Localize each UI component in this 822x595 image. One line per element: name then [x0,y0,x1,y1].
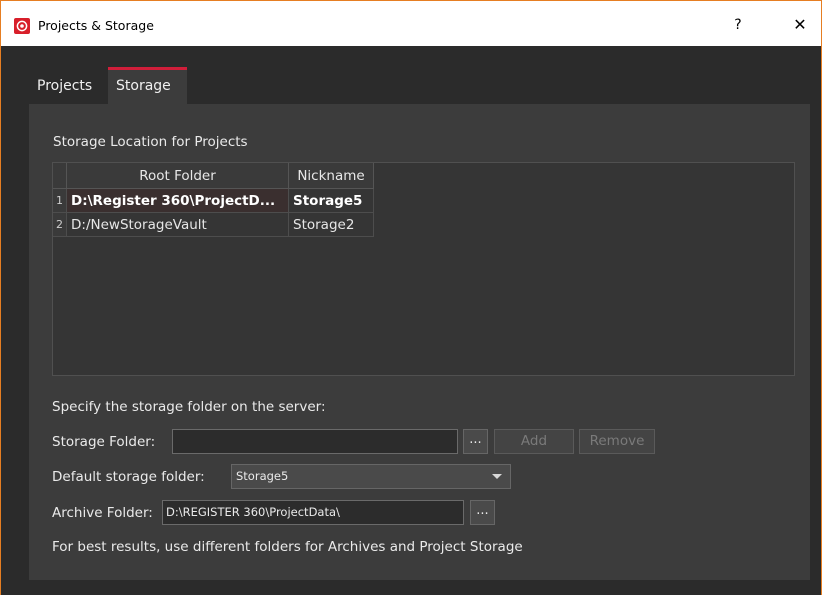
tab-projects[interactable]: Projects [29,69,104,104]
dialog-body: Projects Storage Storage Location for Pr… [1,46,821,595]
storage-folder-input[interactable] [172,429,458,454]
app-logo-icon [14,18,30,34]
storage-panel: Storage Location for Projects Root Folde… [29,104,810,580]
table-row[interactable]: 1 D:\Register 360\ProjectD... Storage5 [53,189,374,213]
archive-folder-browse-button[interactable]: ... [470,500,495,525]
window-title: Projects & Storage [38,18,154,33]
chevron-down-icon [492,474,502,479]
nickname-cell[interactable]: Storage2 [289,213,374,237]
remove-button[interactable]: Remove [579,429,655,454]
close-button[interactable]: ✕ [789,14,811,36]
default-storage-folder-value: Storage5 [236,469,289,483]
row-number: 1 [53,189,67,213]
archive-folder-label: Archive Folder: [52,505,153,521]
best-results-hint: For best results, use different folders … [52,539,523,555]
default-folder-label: Default storage folder: [52,469,205,485]
add-button[interactable]: Add [494,429,574,454]
storage-table[interactable]: Root Folder Nickname 1 D:\Register 360\P… [52,162,795,376]
server-instruction-text: Specify the storage folder on the server… [52,399,326,415]
storage-folder-label: Storage Folder: [52,434,156,450]
archive-folder-input[interactable]: D:\REGISTER 360\ProjectData\ [162,500,464,525]
storage-location-heading: Storage Location for Projects [53,134,248,150]
root-folder-cell[interactable]: D:\Register 360\ProjectD... [67,189,289,213]
table-header: Root Folder Nickname [53,163,374,189]
storage-folder-browse-button[interactable]: ... [463,429,488,454]
root-folder-cell[interactable]: D:/NewStorageVault [67,213,289,237]
title-bar: Projects & Storage ? ✕ [1,1,821,46]
row-number: 2 [53,213,67,237]
default-storage-folder-dropdown[interactable]: Storage5 [231,464,511,489]
table-row[interactable]: 2 D:/NewStorageVault Storage2 [53,213,374,237]
nickname-cell[interactable]: Storage5 [289,189,374,213]
column-header-nickname[interactable]: Nickname [289,163,374,189]
tab-storage[interactable]: Storage [108,67,187,104]
projects-storage-dialog: Projects & Storage ? ✕ Projects Storage … [0,0,822,595]
column-header-root-folder[interactable]: Root Folder [67,163,289,189]
table-corner[interactable] [53,163,67,189]
help-button[interactable]: ? [727,14,749,36]
